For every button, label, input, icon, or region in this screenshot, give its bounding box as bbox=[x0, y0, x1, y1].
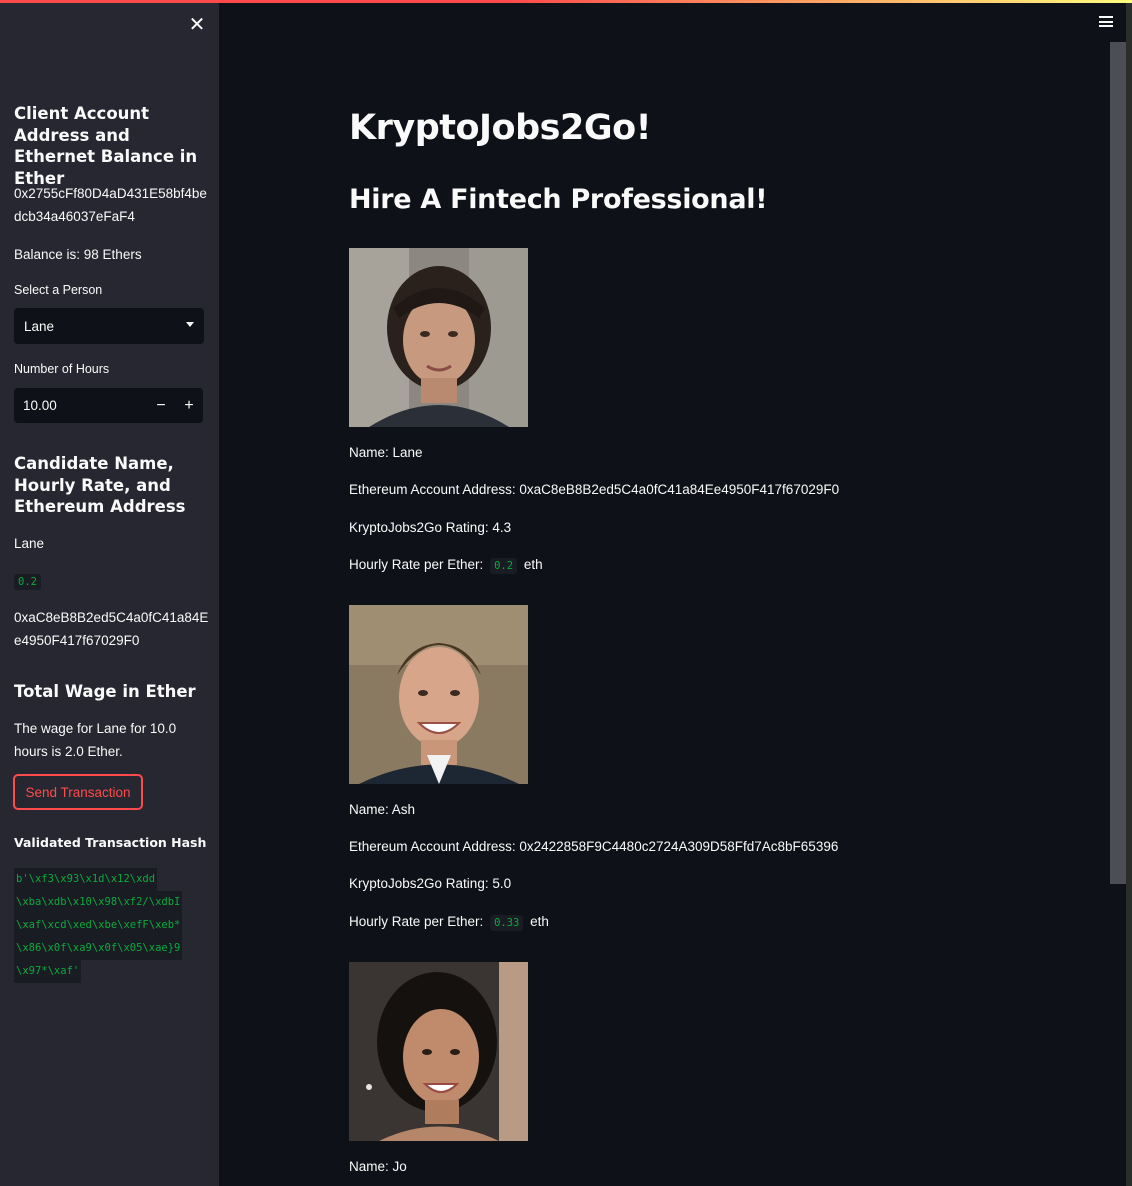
candidate-address: 0xaC8eB8B2ed5C4a0fC41a84Ee4950F417f67029… bbox=[14, 610, 209, 648]
candidate-address-ash: Ethereum Account Address: 0x2422858F9C44… bbox=[349, 839, 839, 854]
select-person-label: Select a Person bbox=[14, 283, 103, 297]
rate-prefix: Hourly Rate per Ether: bbox=[349, 557, 484, 572]
candidate-address-lane: Ethereum Account Address: 0xaC8eB8B2ed5C… bbox=[349, 482, 840, 497]
rate-value: 0.33 bbox=[490, 915, 524, 931]
candidate-rate-lane: Hourly Rate per Ether: 0.2 eth bbox=[349, 557, 543, 574]
hash-line: b'\xf3\x93\x1d\x12\xdd bbox=[14, 868, 158, 891]
wage-heading: Total Wage in Ether bbox=[14, 682, 196, 701]
hash-line: \xba\xdb\x10\x98\xf2/\xdbI bbox=[14, 891, 183, 914]
candidate-heading: Candidate Name, Hourly Rate, and Ethereu… bbox=[14, 454, 186, 516]
close-icon[interactable]: ✕ bbox=[186, 14, 208, 36]
rate-value: 0.2 bbox=[490, 558, 518, 574]
scrollbar[interactable] bbox=[1110, 42, 1126, 884]
candidate-photo-ash bbox=[349, 605, 528, 784]
page-subtitle: Hire A Fintech Professional! bbox=[349, 184, 768, 215]
window-edge bbox=[1126, 0, 1132, 1186]
hours-label: Number of Hours bbox=[14, 362, 110, 376]
page-title: KryptoJobs2Go! bbox=[349, 108, 652, 148]
candidate-rate-ash: Hourly Rate per Ether: 0.33 eth bbox=[349, 914, 549, 931]
candidate-rating-ash: KryptoJobs2Go Rating: 5.0 bbox=[349, 876, 512, 891]
chevron-down-icon bbox=[186, 322, 194, 327]
hash-line: \x86\x0f\xa9\x0f\x05\xae}9 bbox=[14, 937, 183, 960]
send-transaction-button[interactable]: Send Transaction bbox=[13, 774, 143, 810]
menu-icon[interactable] bbox=[1099, 16, 1113, 28]
candidate-rate-wrap: 0.2 bbox=[14, 572, 41, 590]
person-select[interactable]: Lane bbox=[14, 308, 204, 344]
candidate-name-jo: Name: Jo bbox=[349, 1159, 407, 1174]
account-address: 0x2755cFf80D4aD431E58bf4bedcb34a46037eFa… bbox=[14, 186, 207, 224]
wage-text: The wage for Lane for 10.0 hours is 2.0 … bbox=[14, 721, 177, 759]
rate-suffix: eth bbox=[523, 557, 543, 572]
candidate-rate: 0.2 bbox=[14, 574, 41, 590]
candidate-name-lane: Name: Lane bbox=[349, 445, 423, 460]
hash-line: \x97*\xaf' bbox=[14, 960, 82, 983]
rate-suffix: eth bbox=[530, 914, 549, 929]
hours-stepper[interactable]: 10.00 − + bbox=[14, 388, 203, 423]
main-content: KryptoJobs2Go! Hire A Fintech Profession… bbox=[219, 0, 1132, 1186]
candidate-name-ash: Name: Ash bbox=[349, 802, 416, 817]
account-heading: Client Account Address and Ethernet Bala… bbox=[14, 104, 198, 188]
minus-button[interactable]: − bbox=[147, 388, 175, 423]
balance-text: Balance is: 98 Ethers bbox=[14, 247, 142, 262]
hours-input[interactable]: 10.00 bbox=[14, 398, 147, 413]
sidebar: ✕ Client Account Address and Ethernet Ba… bbox=[0, 0, 219, 1186]
candidate-rating-lane: KryptoJobs2Go Rating: 4.3 bbox=[349, 520, 512, 535]
candidate-photo-jo bbox=[349, 962, 528, 1141]
transaction-hash: b'\xf3\x93\x1d\x12\xdd \xba\xdb\x10\x98\… bbox=[14, 868, 184, 983]
person-select-value: Lane bbox=[24, 318, 55, 334]
hash-heading: Validated Transaction Hash bbox=[14, 835, 207, 850]
candidate-name: Lane bbox=[14, 536, 45, 551]
rate-prefix: Hourly Rate per Ether: bbox=[349, 914, 484, 929]
plus-button[interactable]: + bbox=[175, 388, 203, 423]
top-progress-bar bbox=[0, 0, 1132, 3]
candidate-photo-lane bbox=[349, 248, 528, 427]
hash-line: \xaf\xcd\xed\xbe\xefF\xeb* bbox=[14, 914, 183, 937]
